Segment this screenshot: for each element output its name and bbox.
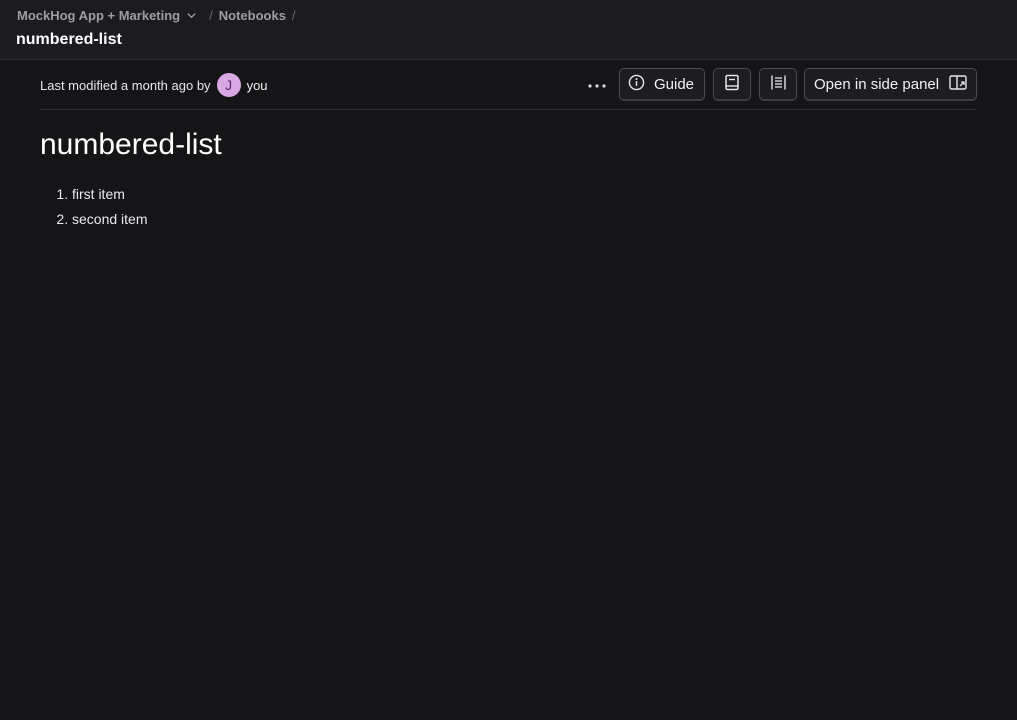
table-of-contents-icon (770, 74, 787, 95)
modified-by-user: you (246, 77, 268, 93)
open-side-panel-label: Open in side panel (814, 75, 940, 93)
guide-label: Guide (654, 75, 695, 93)
book-button[interactable] (713, 68, 751, 101)
open-side-panel-button[interactable]: Open in side panel (804, 68, 977, 101)
notebook-title[interactable]: numbered-list (40, 128, 222, 162)
breadcrumb: MockHog App + Marketing / Notebooks / (17, 8, 302, 23)
notebook-meta-bar: Last modified a month ago by J you Guide (40, 60, 977, 110)
guide-button[interactable]: Guide (619, 68, 705, 101)
last-modified-text: Last modified a month ago by (40, 77, 211, 93)
breadcrumb-notebooks[interactable]: Notebooks (219, 8, 286, 23)
breadcrumb-project[interactable]: MockHog App + Marketing (17, 8, 180, 23)
more-button[interactable] (581, 68, 613, 100)
last-modified-info: Last modified a month ago by J you (40, 73, 268, 97)
breadcrumb-separator: / (209, 8, 213, 23)
open-side-panel-icon (949, 74, 967, 94)
more-icon (588, 75, 606, 93)
table-of-contents-button[interactable] (759, 68, 797, 101)
top-bar: MockHog App + Marketing / Notebooks / nu… (0, 0, 1017, 60)
breadcrumb-separator: / (291, 8, 296, 23)
numbered-list: first item second item (32, 184, 147, 234)
chevron-down-icon[interactable] (186, 10, 197, 21)
avatar[interactable]: J (216, 73, 241, 97)
page-title: numbered-list (16, 31, 122, 48)
list-item[interactable]: second item (72, 209, 147, 234)
book-icon (724, 74, 740, 95)
list-item[interactable]: first item (72, 184, 147, 209)
info-icon (628, 74, 645, 95)
